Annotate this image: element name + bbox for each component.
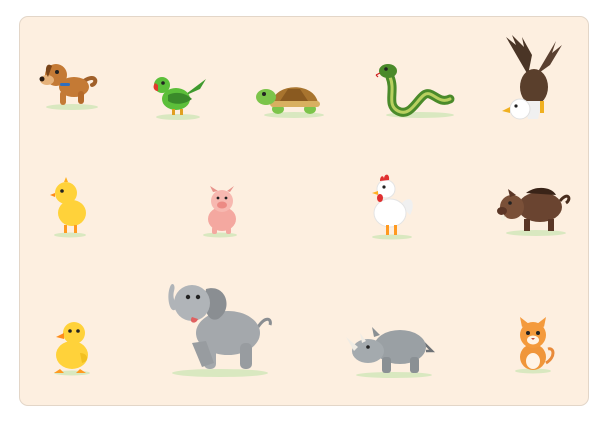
rhino-icon [346, 327, 436, 378]
dog-card[interactable] [38, 55, 102, 111]
rooster-card[interactable] [366, 171, 416, 241]
rhino-card[interactable] [346, 317, 436, 379]
elephant-icon [168, 284, 272, 377]
duckling-icon [54, 322, 90, 376]
kitten-icon [515, 317, 555, 374]
pig-icon [203, 186, 237, 238]
kitten-card[interactable] [512, 317, 555, 375]
pig-card[interactable] [200, 186, 242, 239]
dog-icon [39, 64, 98, 110]
game-board [19, 16, 589, 406]
boar-icon [497, 187, 571, 236]
eagle-card[interactable] [498, 35, 566, 123]
snake-icon [375, 64, 455, 118]
chick-icon [50, 177, 86, 238]
parrot-icon [153, 77, 206, 120]
elephant-card[interactable] [162, 279, 274, 377]
rooster-icon [372, 174, 413, 240]
turtle-card[interactable] [256, 75, 326, 119]
eagle-icon [502, 35, 562, 120]
duckling-card[interactable] [50, 317, 94, 377]
boar-card[interactable] [496, 177, 574, 237]
turtle-icon [256, 87, 324, 118]
parrot-card[interactable] [152, 71, 208, 121]
snake-card[interactable] [375, 61, 456, 119]
chick-card[interactable] [50, 177, 90, 239]
